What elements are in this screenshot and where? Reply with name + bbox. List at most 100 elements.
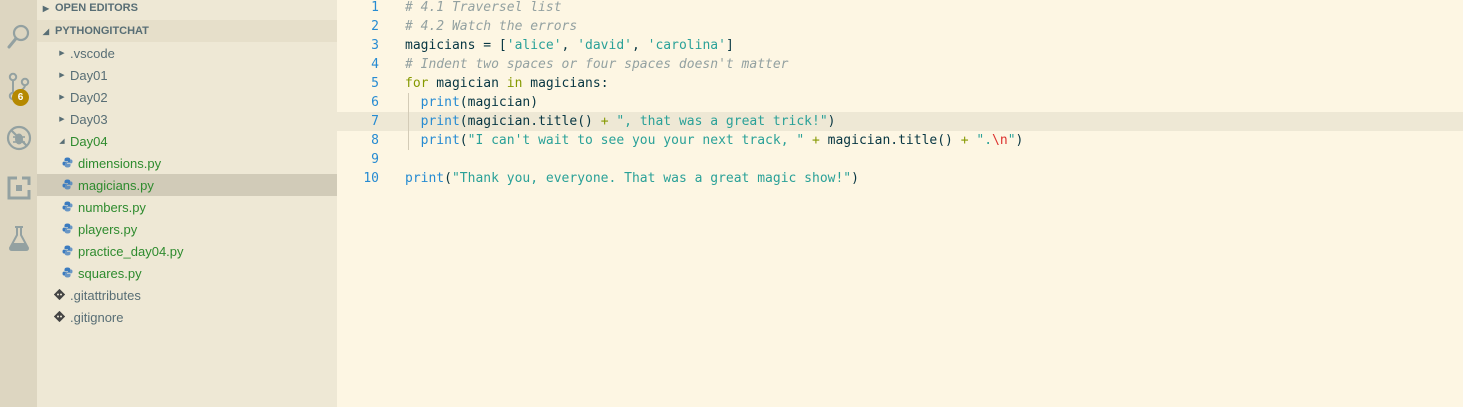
code-text: for magician in magicians: bbox=[405, 74, 609, 93]
code-token: ) bbox=[1015, 133, 1024, 148]
code-token: (magician.title() bbox=[459, 114, 601, 129]
code-editor[interactable]: 1 # 4.1 Traversel list 2 # 4.2 Watch the er… bbox=[337, 0, 1463, 407]
code-token: (magician) bbox=[459, 95, 539, 110]
code-token: "I can't wait to see you your next track… bbox=[467, 133, 805, 148]
line-number: 6 bbox=[371, 95, 379, 110]
tree-item-day04[interactable]: ◢ Day04 bbox=[37, 130, 357, 152]
debug-icon[interactable] bbox=[0, 118, 37, 158]
code-token: print bbox=[420, 114, 460, 129]
git-file-icon bbox=[53, 310, 65, 325]
line-number: 4 bbox=[371, 57, 379, 72]
code-line[interactable]: 7 print(magician.title() + ", that was a… bbox=[337, 112, 1463, 131]
open-editors-label: OPEN EDITORS bbox=[55, 2, 138, 14]
tree-item-label: practice_day04.py bbox=[78, 243, 184, 259]
code-line[interactable]: 5 for magician in magicians: bbox=[337, 74, 1463, 93]
code-token: , bbox=[561, 38, 578, 53]
chevron-right-icon: ▶ bbox=[59, 72, 65, 79]
explorer-sidebar: ▶ OPEN EDITORS ◢ PYTHONGITCHAT ▶ .vscode… bbox=[37, 0, 361, 407]
extensions-icon[interactable] bbox=[0, 168, 37, 208]
code-line[interactable]: 8 print("I can't wait to see you your ne… bbox=[337, 131, 1463, 150]
code-line[interactable]: 1 # 4.1 Traversel list bbox=[337, 0, 1463, 17]
code-token: # Indent two spaces or four spaces doesn… bbox=[405, 57, 789, 72]
code-text: # Indent two spaces or four spaces doesn… bbox=[405, 55, 789, 74]
tree-item-magicians[interactable]: magicians.py U bbox=[37, 174, 361, 196]
project-label: PYTHONGITCHAT bbox=[55, 25, 149, 37]
code-token: # 4.2 Watch the errors bbox=[405, 19, 578, 34]
code-token: ) bbox=[827, 114, 836, 129]
line-number: 10 bbox=[363, 171, 379, 186]
tree-item-label: Day02 bbox=[70, 89, 108, 105]
code-text: print("I can't wait to see you your next… bbox=[405, 131, 1024, 150]
tree-item-label: dimensions.py bbox=[78, 155, 162, 171]
code-text: print(magician.title() + ", that was a g… bbox=[405, 112, 836, 131]
chevron-right-icon: ▶ bbox=[59, 50, 65, 57]
code-token: + bbox=[812, 133, 820, 148]
code-token: magician bbox=[428, 76, 507, 91]
code-text: # 4.2 Watch the errors bbox=[405, 17, 577, 36]
project-header[interactable]: ◢ PYTHONGITCHAT bbox=[37, 20, 337, 42]
code-line[interactable]: 6 print(magician) bbox=[337, 93, 1463, 112]
code-line[interactable]: 4 # Indent two spaces or four spaces does… bbox=[337, 55, 1463, 74]
tree-item-day02[interactable]: ▶ Day02 bbox=[37, 86, 357, 108]
source-control-badge: 6 bbox=[12, 89, 29, 106]
tree-item-gitattributes[interactable]: .gitattributes bbox=[37, 284, 353, 306]
tree-item-day01[interactable]: ▶ Day01 bbox=[37, 64, 357, 86]
tree-item-vscode[interactable]: ▶ .vscode bbox=[37, 42, 357, 64]
code-token: "Thank you, everyone. That was a great m… bbox=[451, 171, 852, 186]
code-text: # 4.1 Traversel list bbox=[405, 0, 562, 17]
code-token: ". bbox=[976, 133, 993, 148]
tree-item-squares[interactable]: squares.py U bbox=[37, 262, 361, 284]
git-file-icon bbox=[53, 288, 65, 303]
tree-item-label: Day01 bbox=[70, 67, 108, 83]
tree-item-label: magicians.py bbox=[78, 177, 154, 193]
python-file-icon bbox=[61, 266, 73, 281]
tree-item-label: Day03 bbox=[70, 111, 108, 127]
code-token: \n bbox=[992, 133, 1008, 148]
tree-item-day03[interactable]: ▶ Day03 bbox=[37, 108, 357, 130]
code-text: print(magician) bbox=[405, 93, 538, 112]
line-number: 3 bbox=[371, 38, 379, 53]
code-text: magicians = ['alice', 'david', 'carolina… bbox=[405, 36, 734, 55]
code-token: , bbox=[632, 38, 648, 53]
code-token: magicians = [ bbox=[405, 38, 507, 53]
line-number: 7 bbox=[371, 114, 379, 129]
code-line[interactable]: 3 magicians = ['alice', 'david', 'carolin… bbox=[337, 36, 1463, 55]
code-token: print bbox=[405, 171, 445, 186]
code-token: for bbox=[405, 76, 429, 91]
code-token: print bbox=[420, 133, 460, 148]
code-token: + bbox=[600, 114, 609, 129]
code-token: ( bbox=[459, 133, 468, 148]
tree-item-label: Day04 bbox=[70, 133, 108, 149]
code-token: 'alice' bbox=[506, 38, 562, 53]
code-token: magicians: bbox=[522, 76, 609, 91]
code-text: print("Thank you, everyone. That was a g… bbox=[405, 169, 859, 188]
code-token: ] bbox=[725, 38, 734, 53]
line-number: 1 bbox=[371, 0, 379, 15]
code-token: 'david' bbox=[577, 38, 632, 53]
tree-item-gitignore[interactable]: .gitignore bbox=[37, 306, 353, 328]
line-number: 2 bbox=[371, 19, 379, 34]
activity-bar: 6 bbox=[0, 0, 37, 407]
chevron-down-icon: ◢ bbox=[42, 26, 50, 36]
code-line[interactable]: 9 bbox=[337, 150, 1463, 169]
search-icon[interactable] bbox=[0, 17, 37, 57]
tree-item-numbers[interactable]: numbers.py U bbox=[37, 196, 361, 218]
tree-item-dimensions[interactable]: dimensions.py U bbox=[37, 152, 361, 174]
tree-item-practice-day04[interactable]: practice_day04.py U bbox=[37, 240, 361, 262]
tree-item-label: players.py bbox=[78, 221, 138, 237]
code-line[interactable]: 2 # 4.2 Watch the errors bbox=[337, 17, 1463, 36]
code-token: ", that was a great trick!" bbox=[616, 114, 828, 129]
code-line[interactable]: 10 print("Thank you, everyone. That was a… bbox=[337, 169, 1463, 188]
tree-item-label: .gitignore bbox=[70, 309, 124, 325]
open-editors-header[interactable]: ▶ OPEN EDITORS bbox=[37, 0, 337, 19]
code-token: # 4.1 Traversel list bbox=[405, 0, 562, 15]
code-token: 'carolina' bbox=[647, 38, 726, 53]
flask-icon[interactable] bbox=[0, 218, 37, 258]
chevron-right-icon: ▶ bbox=[42, 3, 50, 13]
code-token: ( bbox=[444, 171, 452, 186]
chevron-down-icon: ◢ bbox=[59, 138, 65, 145]
chevron-right-icon: ▶ bbox=[59, 116, 65, 123]
tree-item-players[interactable]: players.py U bbox=[37, 218, 361, 240]
